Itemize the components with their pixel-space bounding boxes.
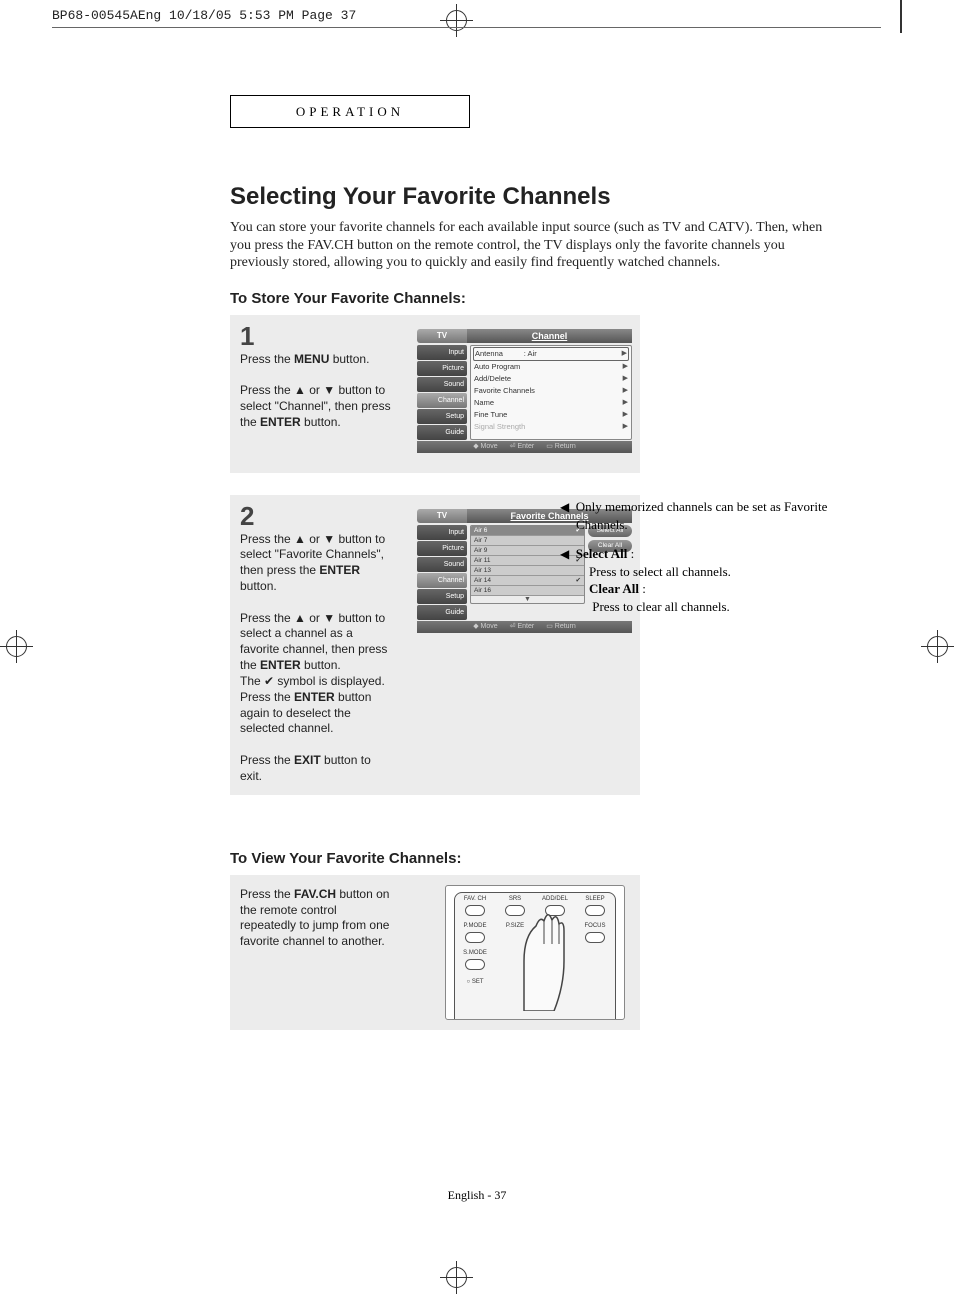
registration-mark-icon — [921, 630, 954, 663]
registration-mark-icon — [0, 630, 33, 663]
t: ENTER — [319, 563, 360, 577]
remote-label: SRS — [500, 896, 530, 902]
registration-mark-icon — [440, 1261, 473, 1294]
t: Press to select all channels. — [589, 564, 731, 579]
t: Press the — [240, 690, 294, 704]
t: button. — [301, 658, 341, 672]
view-heading: To View Your Favorite Channels: — [230, 850, 845, 867]
t: MENU — [294, 352, 329, 366]
t: Press the — [240, 887, 294, 901]
page-title: Selecting Your Favorite Channels — [230, 183, 845, 211]
crop-line — [52, 27, 881, 28]
t: Return — [555, 443, 576, 450]
t: Enter — [517, 443, 534, 450]
t: Press the — [240, 352, 294, 366]
remote-label: S.MODE — [460, 950, 490, 956]
osd-tab: Guide — [417, 425, 467, 440]
t: Fine Tune — [474, 409, 507, 421]
remote-label: FOCUS — [580, 923, 610, 929]
remote-label: ADD/DEL — [540, 896, 570, 902]
osd-item: Favorite Channels▶ — [473, 385, 629, 397]
osd-tab: Picture — [417, 361, 467, 376]
osd-item: Signal Strength▶ — [473, 421, 629, 433]
t: Air 6 — [474, 526, 487, 535]
osd-tab: Channel — [417, 393, 467, 408]
osd-item: Add/Delete▶ — [473, 373, 629, 385]
t: Favorite Channels — [474, 385, 535, 397]
remote-label: P.MODE — [460, 923, 490, 929]
osd-channel-menu: TV Channel Input Picture Sound Channel S… — [417, 329, 632, 453]
t: FAV.CH — [294, 887, 336, 901]
remote-label: SLEEP — [580, 896, 610, 902]
remote-illustration: FAV. CH SRS ADD/DEL SLEEP P.MODE P.SIZE … — [445, 885, 625, 1020]
side-notes: ◀ Only memorized channels can be set as … — [560, 498, 840, 627]
t: button. — [301, 415, 341, 429]
t: Only memorized channels can be set as Fa… — [576, 499, 828, 532]
crop-header-text: BP68-00545AEng 10/18/05 5:53 PM Page 37 — [52, 8, 356, 23]
osd-tab: Input — [417, 525, 467, 540]
note-select-clear: ◀ Select All : Press to select all chann… — [560, 545, 840, 615]
t: EXIT — [294, 753, 321, 767]
step-1-text: Press the MENU button. Press the ▲ or ▼ … — [240, 352, 395, 431]
t: Air 11 — [474, 556, 491, 565]
t: Press the ▲ or ▼ button to select "Favor… — [240, 532, 385, 578]
step-2-text: Press the ▲ or ▼ button to select "Favor… — [240, 532, 395, 785]
remote-label: SET — [472, 979, 484, 985]
osd-tab: Sound — [417, 557, 467, 572]
t: : Air — [524, 349, 537, 358]
t: Name — [474, 397, 494, 409]
t: Select All — [576, 546, 628, 561]
t: Air 14 — [474, 576, 491, 585]
t: Enter — [517, 623, 534, 630]
t: Clear All — [589, 581, 639, 596]
t: Move — [481, 443, 498, 450]
t: button. — [240, 579, 277, 593]
osd-tab: Input — [417, 345, 467, 360]
osd-item: Fine Tune▶ — [473, 409, 629, 421]
t: Press to clear all channels. — [592, 599, 730, 614]
intro-text: You can store your favorite channels for… — [230, 219, 845, 272]
t: The ✔ symbol is displayed. — [240, 674, 385, 688]
t: Press the — [240, 753, 294, 767]
osd-tab: Setup — [417, 409, 467, 424]
t: button. — [329, 352, 369, 366]
t: Auto Program — [474, 361, 520, 373]
t: Air 13 — [474, 566, 491, 575]
hand-icon — [504, 906, 574, 1011]
page-footer: English - 37 — [0, 1188, 954, 1203]
osd-tab: Sound — [417, 377, 467, 392]
osd-item: Name▶ — [473, 397, 629, 409]
osd-title-left: TV — [417, 329, 467, 343]
osd-tab: Guide — [417, 605, 467, 620]
osd-title-right: Channel — [467, 329, 632, 343]
t: ENTER — [260, 415, 301, 429]
t: Add/Delete — [474, 373, 511, 385]
t: Move — [481, 623, 498, 630]
t: Antenna — [475, 349, 503, 358]
step-3-block: Press the FAV.CH button on the remote co… — [230, 875, 640, 1030]
osd-title-left: TV — [417, 509, 467, 523]
osd-footer: ◆ Move ⏎ Enter ▭ Return — [417, 441, 632, 453]
osd-item: Antenna : Air▶ — [473, 347, 629, 361]
t: Air 16 — [474, 586, 491, 595]
store-heading: To Store Your Favorite Channels: — [230, 290, 845, 307]
osd-tab: Setup — [417, 589, 467, 604]
osd-item: Auto Program▶ — [473, 361, 629, 373]
t: Signal Strength — [474, 421, 525, 433]
t: ENTER — [294, 690, 335, 704]
registration-mark-icon — [440, 4, 473, 37]
step-3-text: Press the FAV.CH button on the remote co… — [240, 887, 395, 950]
step-1-block: 1 Press the MENU button. Press the ▲ or … — [230, 315, 640, 473]
remote-label: FAV. CH — [460, 896, 490, 902]
t: Air 7 — [474, 536, 487, 545]
t: Air 9 — [474, 546, 487, 555]
t: ENTER — [260, 658, 301, 672]
section-label: OPERATION — [230, 95, 470, 128]
crop-line — [900, 0, 902, 33]
note-memorized: ◀ Only memorized channels can be set as … — [560, 498, 840, 533]
osd-tab: Picture — [417, 541, 467, 556]
osd-tab: Channel — [417, 573, 467, 588]
